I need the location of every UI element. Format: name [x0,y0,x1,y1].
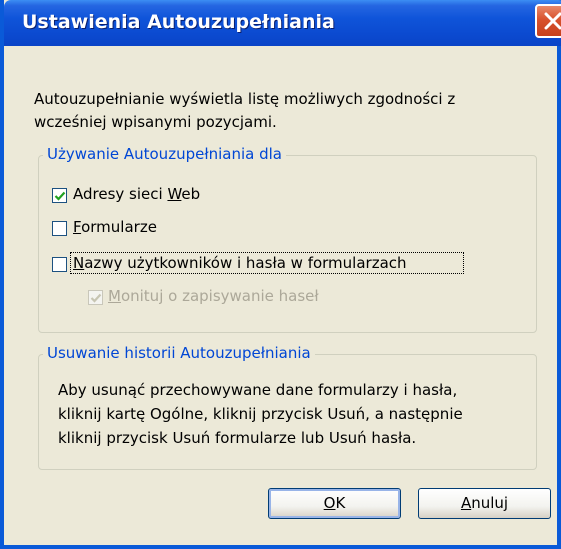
close-icon [544,12,561,30]
title-bar[interactable]: Ustawienia Autouzupełniania [4,0,561,46]
clear-history-line-1: Aby usunąć przechowywane dane formularzy… [58,381,458,399]
clear-history-line-3: kliknij przycisk Usuń formularze lub Usu… [58,429,417,447]
usernames-passwords-label[interactable]: Nazwy użytkowników i hasła w formularzac… [73,254,407,272]
clear-group-legend: Usuwanie historii Autouzupełniania [43,344,315,362]
checkmark-icon [54,191,66,201]
autocomplete-settings-dialog: Ustawienia Autouzupełniania Autouzupełni… [0,0,561,549]
prompt-save-passwords-checkbox[interactable] [88,290,103,305]
usernames-passwords-checkbox[interactable] [52,257,67,272]
ok-button[interactable]: OK [268,488,401,519]
forms-checkbox[interactable] [52,221,67,236]
forms-label[interactable]: Formularze [73,218,157,236]
use-group-legend: Używanie Autouzupełniania dla [43,145,286,163]
web-addresses-label[interactable]: Adresy sieci Web [73,185,200,203]
cancel-button[interactable]: Anuluj [418,488,551,519]
clear-history-line-2: kliknij kartę Ogólne, kliknij przycisk U… [58,405,463,423]
use-autocomplete-group: Używanie Autouzupełniania dla [38,145,537,333]
description-line-1: Autouzupełnianie wyświetla listę możliwy… [34,90,456,108]
prompt-save-passwords-label[interactable]: Monituj o zapisywanie haseł [108,287,319,305]
window-title: Ustawienia Autouzupełniania [22,11,335,33]
checkmark-icon [90,293,102,303]
description-line-2: wcześniej wpisanymi pozycjami. [34,113,277,131]
web-addresses-checkbox[interactable] [52,188,67,203]
close-button[interactable] [535,4,561,38]
